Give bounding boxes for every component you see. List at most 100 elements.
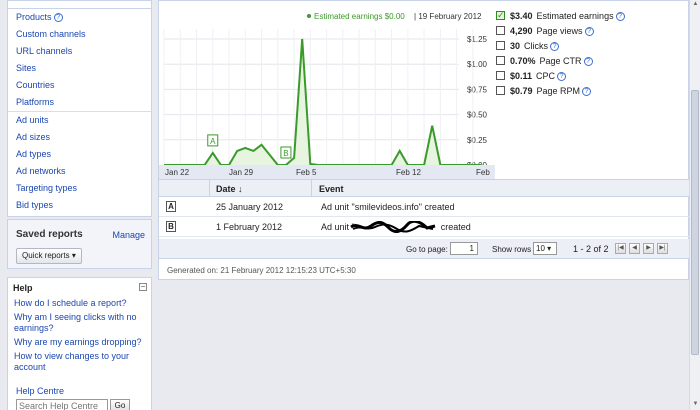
metric-label: Page RPM [536,86,581,96]
metric-value: $3.40 [510,11,533,21]
sidebar-item-targeting-types[interactable]: Targeting types [8,180,151,197]
metric-label: Clicks [524,41,549,51]
metric-label: Estimated earnings [536,11,614,21]
nav-top-edge [8,1,151,9]
help-centre-link[interactable]: Help Centre [16,386,64,396]
metric-checkbox[interactable] [496,71,505,80]
event-date: 1 February 2012 [216,222,283,232]
report-nav: Products? Custom channels URL channels S… [7,0,152,217]
saved-reports-panel: Saved reports Manage Quick reports ▾ [7,219,152,269]
metric-row[interactable]: $0.11 CPC? [496,69,686,84]
events-table: Date ↓ Event A 25 January 2012 Ad unit "… [159,179,690,237]
metric-value: $0.79 [510,86,533,96]
metrics-list: $3.40Estimated earnings?4,290Page views?… [496,8,686,99]
table-header: Date ↓ Event [159,179,690,197]
next-page-icon[interactable]: ▶ [643,243,654,254]
event-marker: A [166,201,176,212]
metric-label: Page CTR [539,56,582,66]
help-search-input[interactable] [16,399,108,410]
y-tick-label: $0.25 [467,136,488,145]
quick-reports-dropdown[interactable]: Quick reports ▾ [16,248,82,264]
sidebar-item-custom-channels[interactable]: Custom channels [8,26,151,43]
metric-label: CPC [536,71,556,81]
annotation-label: A [210,137,216,146]
help-title: Help [13,283,33,293]
help-icon[interactable]: ? [550,42,560,51]
scrollbar-thumb[interactable] [691,90,699,355]
sidebar-item-countries[interactable]: Countries [8,77,151,94]
manage-link[interactable]: Manage [112,230,145,240]
help-icon[interactable]: ? [615,12,625,21]
sidebar-item-sites[interactable]: Sites [8,60,151,77]
metric-row[interactable]: $3.40Estimated earnings? [496,8,686,24]
sidebar-item-bid-types[interactable]: Bid types [8,197,151,214]
metric-value: 4,290 [510,26,533,36]
prev-page-icon[interactable]: ◀ [629,243,640,254]
metric-checkbox[interactable] [496,86,505,95]
pagination-bar: Go to page: 1 Show rows 10 ▾ 1 - 2 of 2 … [159,239,690,259]
metric-checkbox[interactable] [496,26,505,35]
y-tick-label: $0.75 [467,85,488,94]
rows-per-page-value: 10 [536,244,545,253]
help-icon[interactable]: ? [584,27,594,36]
sidebar-item-ad-networks[interactable]: Ad networks [8,163,151,180]
annotation-label: B [283,149,288,158]
help-icon[interactable]: ? [583,57,593,66]
legend-text: Estimated earnings $0.00 [314,12,405,21]
help-link[interactable]: Why are my earnings dropping? [14,337,146,348]
table-row: A 25 January 2012 Ad unit "smilevideos.i… [159,197,690,217]
report-main: Estimated earnings $0.00 | 19 February 2… [158,0,690,280]
metric-checkbox[interactable] [496,41,505,50]
column-divider [311,180,312,197]
earnings-chart[interactable]: $0.00$0.25$0.50$0.75$1.00$1.25ABJan 22Ja… [159,21,495,179]
metric-checkbox[interactable] [496,56,505,65]
sidebar-item-ad-types[interactable]: Ad types [8,146,151,163]
column-header-event[interactable]: Event [319,184,344,194]
sidebar-item-products[interactable]: Products? [8,9,151,26]
metric-row[interactable]: 0.70% Page CTR? [496,54,686,69]
help-link[interactable]: Why am I seeing clicks with no earnings? [14,312,146,334]
page-input[interactable]: 1 [450,242,478,255]
y-tick-label: $1.00 [467,60,488,69]
metric-value: $0.11 [510,71,533,81]
help-icon[interactable]: ? [557,72,567,81]
metric-checkbox[interactable] [496,8,505,23]
sidebar-item-ad-sizes[interactable]: Ad sizes [8,129,151,146]
scroll-down-icon[interactable]: ▼ [691,400,700,409]
x-tick-label: Feb [476,168,490,177]
x-tick-label: Jan 29 [229,168,254,177]
sidebar-item-platforms[interactable]: Platforms [8,94,151,111]
help-link[interactable]: How do I schedule a report? [14,298,146,309]
chart-legend: Estimated earnings $0.00 [307,12,405,21]
table-row: B 1 February 2012 Ad unit " created [159,217,690,237]
sidebar-item-label: Products [16,12,52,22]
help-icon[interactable]: ? [53,13,63,22]
show-rows-label: Show rows [492,245,532,254]
column-header-date[interactable]: Date ↓ [216,184,243,194]
x-tick-label: Feb 5 [296,168,317,177]
scroll-up-icon[interactable]: ▲ [691,0,700,9]
page-scrollbar[interactable]: ▲ ▼ [689,0,700,410]
row-range: 1 - 2 of 2 [573,244,609,254]
y-tick-label: $0.50 [467,111,488,120]
column-divider [209,180,210,197]
metric-row[interactable]: 30 Clicks? [496,39,686,54]
sidebar-item-url-channels[interactable]: URL channels [8,43,151,60]
metric-row[interactable]: $0.79 Page RPM? [496,84,686,99]
last-page-icon[interactable]: ▶| [657,243,668,254]
help-link[interactable]: How to view changes to your account [14,351,146,373]
chart-date: | 19 February 2012 [414,12,482,21]
rows-per-page-select[interactable]: 10 ▾ [533,242,557,255]
collapse-icon[interactable]: − [139,283,147,291]
go-button[interactable]: Go [110,399,130,410]
sidebar-item-ad-units[interactable]: Ad units [8,112,151,129]
metric-row[interactable]: 4,290 Page views? [496,24,686,39]
event-date: 25 January 2012 [216,202,284,212]
chart-date-text: 19 February 2012 [418,12,482,21]
metric-label: Page views [536,26,583,36]
help-panel: Help − How do I schedule a report? Why a… [7,277,152,410]
first-page-icon[interactable]: |◀ [615,243,626,254]
dropdown-arrow-icon: ▾ [71,251,76,260]
saved-reports-title: Saved reports [16,229,83,240]
help-icon[interactable]: ? [582,87,592,96]
